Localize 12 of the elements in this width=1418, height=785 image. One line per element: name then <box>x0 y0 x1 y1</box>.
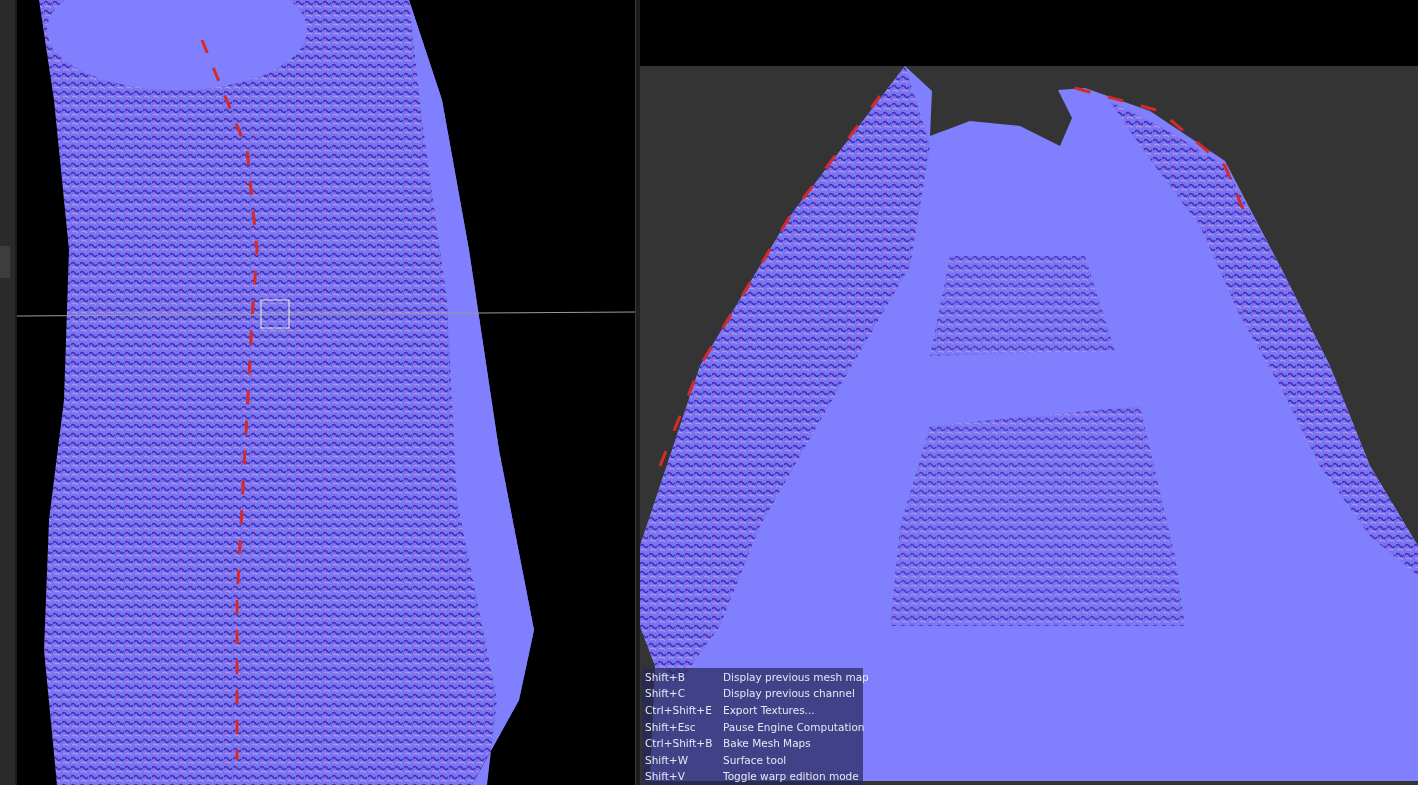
shortcut-action: Export Textures... <box>723 703 816 719</box>
shortcut-keys: Shift+W <box>645 751 723 769</box>
shortcut-keys: Ctrl+Shift+B <box>645 735 723 752</box>
shortcut-keys: Ctrl+Shift+E <box>645 702 723 719</box>
shortcut-keys: Shift+Esc <box>645 718 723 736</box>
shortcut-keys: Shift+C <box>645 685 723 703</box>
shortcut-action: Surface tool <box>723 752 788 768</box>
shortcut-action: Bake Mesh Maps <box>723 736 812 752</box>
shortcut-keys: Shift+V <box>645 768 723 785</box>
shortcut-keys: Shift+B <box>645 668 723 686</box>
shortcut-action: Display previous channel <box>723 686 856 702</box>
shortcut-action: Toggle warp edition mode <box>723 769 860 785</box>
